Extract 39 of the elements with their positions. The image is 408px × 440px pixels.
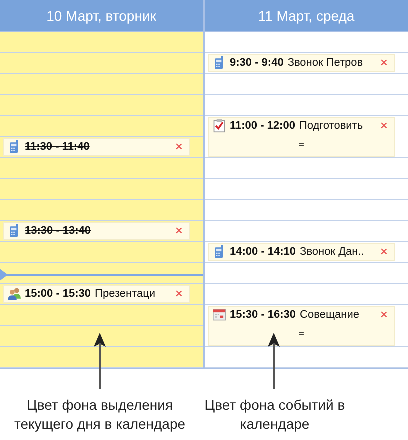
event-title: Совещание [300,309,360,321]
delete-icon[interactable]: × [380,119,388,133]
delete-icon[interactable]: × [380,245,388,259]
event-card[interactable]: 15:30 - 16:30 Совещание × = [208,306,395,346]
caption: Цвет фона событий в календаре [204,396,346,434]
event-card[interactable]: 9:30 - 9:40 Звонок Петров × [208,54,395,72]
event-card[interactable]: 11:30 - 11:40 × [3,138,190,156]
event-time: 9:30 - 9:40 [230,57,284,69]
phone-icon [8,224,21,238]
caption: Цвет фона выделения текущего дня в календаре [13,396,187,434]
phone-icon [213,56,226,70]
people-icon [8,287,21,301]
event-title: Звонок Петров [288,57,364,69]
event-time: 14:00 - 14:10 [230,246,296,258]
delete-icon[interactable]: × [175,287,183,301]
event-time: 13:30 - 13:40 [25,225,92,237]
event-time: 15:00 - 15:30 [25,288,92,300]
event-time: 15:30 - 16:30 [230,309,296,321]
pointer-arrow [268,333,280,389]
calendar-icon [213,308,226,322]
event-time: 11:00 - 12:00 [230,120,296,132]
event-card[interactable]: 11:00 - 12:00 Подготовить × = [208,117,395,157]
phone-icon [8,140,21,154]
pointer-arrow [94,333,106,389]
delete-icon[interactable]: × [380,308,388,322]
resize-handle[interactable]: = [298,329,304,341]
phone-icon [213,245,226,259]
delete-icon[interactable]: × [175,224,183,238]
event-time: 11:30 - 11:40 [25,141,90,153]
checked-task-icon [213,119,226,133]
delete-icon[interactable]: × [380,56,388,70]
event-card[interactable]: 14:00 - 14:10 Звонок Дан.. × [208,243,395,261]
event-title: Звонок Дан.. [300,246,364,258]
delete-icon[interactable]: × [175,140,183,154]
resize-handle[interactable]: = [298,140,304,152]
event-card[interactable]: 15:00 - 15:30 Презентаци × [3,285,190,303]
event-title: Презентаци [95,288,156,300]
event-card[interactable]: 13:30 - 13:40 × [3,222,190,240]
event-title: Подготовить [299,120,364,132]
